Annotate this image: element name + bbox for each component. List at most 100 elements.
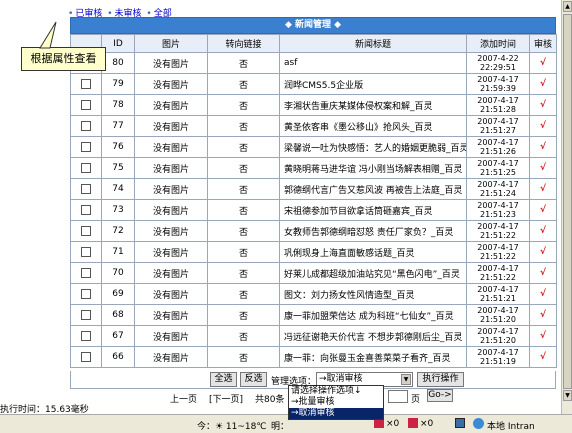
checkbox[interactable] <box>81 204 91 215</box>
checkbox[interactable] <box>81 225 91 236</box>
row-audit-status[interactable]: √ <box>529 136 557 158</box>
checkbox[interactable] <box>81 183 91 194</box>
row-id: 68 <box>101 304 135 326</box>
checkbox[interactable] <box>81 99 91 110</box>
table-row: 67 没有图片否冯远征谢艳天价代言 不想步郭德刚后尘_百灵 2007-4-17 21… <box>70 325 557 347</box>
row-checkbox[interactable] <box>70 178 102 200</box>
checkbox[interactable] <box>81 309 91 320</box>
tooltip: 根据属性查看 <box>21 47 106 71</box>
row-time: 2007-4-17 21:51:24 <box>466 178 530 200</box>
scroll-thumb[interactable] <box>563 14 572 389</box>
row-title[interactable]: 润晔CMS5.5企业版 <box>279 73 467 95</box>
row-checkbox[interactable] <box>70 157 102 179</box>
checkbox[interactable] <box>81 162 91 173</box>
row-audit-status[interactable]: √ <box>529 304 557 326</box>
row-title[interactable]: 黄晓明蒋马进华谊 冯小刚当场解表相赠_百灵 <box>279 157 467 179</box>
checkbox[interactable] <box>81 330 91 341</box>
row-audit-status[interactable]: √ <box>529 94 557 116</box>
row-time: 2007-4-17 21:51:21 <box>466 283 530 305</box>
weather-today: 今：☀ 11~18℃ <box>197 422 267 432</box>
checkbox[interactable] <box>81 288 91 299</box>
dropdown-option[interactable]: 请选择操作选项↓ <box>289 386 383 397</box>
table-row: 80 没有图片否 asf 2007-4-22 22:29:51 √ <box>70 52 557 74</box>
table-row: 73 没有图片否宋祖德参加节目欲拿话筒砸嘉宾_百灵 2007-4-17 21:51:… <box>70 199 557 221</box>
row-checkbox[interactable] <box>70 346 102 368</box>
row-checkbox[interactable] <box>70 220 102 242</box>
row-audit-status[interactable]: √ <box>529 52 557 74</box>
row-audit-status[interactable]: √ <box>529 262 557 284</box>
row-audit-status[interactable]: √ <box>529 220 557 242</box>
row-audit-status[interactable]: √ <box>529 178 557 200</box>
column-header: 审核 <box>529 34 557 53</box>
row-audit-status[interactable]: √ <box>529 283 557 305</box>
checkbox[interactable] <box>81 141 91 152</box>
row-checkbox[interactable] <box>70 199 102 221</box>
invert-selection-button[interactable]: 反选 <box>240 372 267 387</box>
row-checkbox[interactable] <box>70 241 102 263</box>
checkbox[interactable] <box>81 78 91 89</box>
scroll-up-icon[interactable]: ▲ <box>563 1 572 12</box>
checkbox[interactable] <box>81 246 91 257</box>
row-checkbox[interactable] <box>70 304 102 326</box>
row-title[interactable]: 女教师告郭德纲暗怼怒 责任厂家负？_百灵 <box>279 220 467 242</box>
page-number-input[interactable] <box>388 390 408 403</box>
row-picture: 没有图片 <box>134 304 208 326</box>
row-checkbox[interactable] <box>70 94 102 116</box>
row-title[interactable]: 图文：刘力扬女性风情造型_百灵 <box>279 283 467 305</box>
select-all-button[interactable]: 全选 <box>210 372 237 387</box>
row-checkbox[interactable] <box>70 73 102 95</box>
vertical-scrollbar[interactable]: ▲ ▼ <box>561 0 572 414</box>
row-title[interactable]: asf <box>279 52 467 74</box>
total-count: 共80条 <box>255 395 285 405</box>
row-picture: 没有图片 <box>134 220 208 242</box>
row-title[interactable]: 梁馨说一吐为快感悟：艺人的婚姻更脆弱_百灵 <box>279 136 467 158</box>
scroll-down-icon[interactable]: ▼ <box>563 390 572 401</box>
go-button[interactable]: Go-> <box>427 389 453 402</box>
row-title[interactable]: 宋祖德参加节目欲拿话筒砸嘉宾_百灵 <box>279 199 467 221</box>
checkbox[interactable] <box>81 351 91 362</box>
table-row: 78 没有图片否李湘状告重庆某媒体侵权案和解_百灵 2007-4-17 21:51:… <box>70 94 557 116</box>
row-title[interactable]: 康一菲：向张曼玉金喜善菜菜子看齐_百灵 <box>279 346 467 368</box>
ad-count: ×0 <box>420 419 434 429</box>
row-audit-status[interactable]: √ <box>529 325 557 347</box>
row-title[interactable]: 巩俐现身上海直面敏感话题_百灵 <box>279 241 467 263</box>
weather-tomorrow: 明： <box>271 422 290 432</box>
row-checkbox[interactable] <box>70 262 102 284</box>
dropdown-option[interactable]: →取消审核 <box>289 408 383 419</box>
row-checkbox[interactable] <box>70 115 102 137</box>
row-redirect: 否 <box>207 220 280 242</box>
row-audit-status[interactable]: √ <box>529 73 557 95</box>
dropdown-option[interactable]: →批量审核 <box>289 397 383 408</box>
row-checkbox[interactable] <box>70 283 102 305</box>
row-id: 78 <box>101 94 135 116</box>
row-title[interactable]: 李湘状告重庆某媒体侵权案和解_百灵 <box>279 94 467 116</box>
row-audit-status[interactable]: √ <box>529 346 557 368</box>
row-time: 2007-4-17 21:51:27 <box>466 115 530 137</box>
row-title[interactable]: 黄圣依客串《墨公移山》抢风头_百灵 <box>279 115 467 137</box>
next-page-link[interactable]: [下一页] <box>209 392 243 405</box>
prev-page-link[interactable]: 上一页 <box>170 392 197 405</box>
column-header: 新闻标题 <box>279 34 467 53</box>
checkbox[interactable] <box>81 120 91 131</box>
row-audit-status[interactable]: √ <box>529 241 557 263</box>
row-checkbox[interactable] <box>70 136 102 158</box>
row-title[interactable]: 康一菲加盟荣信达 成为科班“七仙女”_百灵 <box>279 304 467 326</box>
table-row: 75 没有图片否黄晓明蒋马进华谊 冯小刚当场解表相赠_百灵 2007-4-17 21… <box>70 157 557 179</box>
row-checkbox[interactable] <box>70 325 102 347</box>
row-title[interactable]: 郭德纲代言广告又惹风波 再被告上法庭_百灵 <box>279 178 467 200</box>
row-redirect: 否 <box>207 52 280 74</box>
news-table: ID 图片 转向链接 新闻标题 添加时间 审核 80 没有图片否 asf 2007-4-22 2… <box>70 34 557 368</box>
row-title[interactable]: 好莱儿成都超级加油站究见“黑色闪电”_百灵 <box>279 262 467 284</box>
row-redirect: 否 <box>207 262 280 284</box>
execute-button[interactable]: 执行操作 <box>417 372 464 387</box>
column-header: 转向链接 <box>207 34 280 53</box>
row-audit-status[interactable]: √ <box>529 157 557 179</box>
row-id: 71 <box>101 241 135 263</box>
row-audit-status[interactable]: √ <box>529 115 557 137</box>
checkbox[interactable] <box>81 267 91 278</box>
row-time: 2007-4-17 21:51:22 <box>466 220 530 242</box>
row-id: 80 <box>101 52 135 74</box>
row-title[interactable]: 冯远征谢艳天价代言 不想步郭德刚后尘_百灵 <box>279 325 467 347</box>
row-audit-status[interactable]: √ <box>529 199 557 221</box>
table-row: 79 没有图片否润晔CMS5.5企业版 2007-4-17 21:59:39 √ <box>70 73 557 95</box>
